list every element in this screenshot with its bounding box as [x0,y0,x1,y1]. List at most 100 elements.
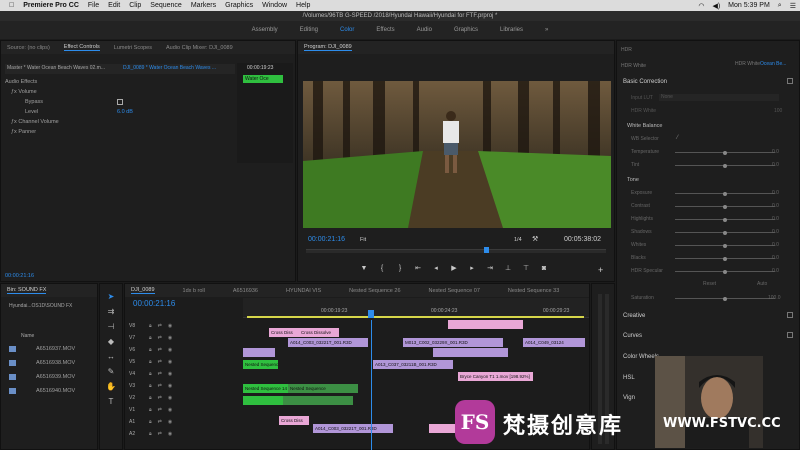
lock-icon[interactable]: 🔒︎ [149,431,152,437]
color-wheels-header[interactable]: Color Wheels [623,354,659,360]
step-forward-icon[interactable]: ▸ [468,265,476,273]
bin-item[interactable]: A6516938.MOV [9,356,95,370]
track-label[interactable]: V2 [129,395,143,401]
workspace-effects[interactable]: Effects [376,27,394,33]
video-clip[interactable]: Bryce Canyon T1 1.mov [198.92%] [458,372,533,381]
tone-value[interactable]: 0.0 [772,190,779,196]
extract-icon[interactable]: ⊤ [522,265,530,273]
tab-nested-26[interactable]: Nested Sequence 26 [349,288,400,294]
lumetri-clip-name[interactable]: HDR WhiteOcean Be... [735,61,786,67]
saturation-knob[interactable] [723,296,727,301]
track-label[interactable]: V5 [129,359,143,365]
tone-slider[interactable] [675,204,775,209]
video-clip[interactable] [433,348,508,357]
export-frame-icon[interactable]: ◙ [540,265,548,273]
eye-icon[interactable]: ◉ [168,371,172,377]
sync-icon[interactable]: ⇄ [158,407,162,413]
tone-header[interactable]: Tone [627,177,639,183]
input-lut-dropdown[interactable]: None [659,94,779,101]
tone-value[interactable]: 0.0 [772,255,779,261]
menu-edit[interactable]: Edit [108,2,120,9]
tab-nested-07[interactable]: Nested Sequence 07 [429,288,480,294]
tint-knob[interactable] [723,163,727,168]
tone-slider[interactable] [675,243,775,248]
curves-header[interactable]: Curves [623,333,642,339]
tab-source[interactable]: Source: (no clips) [7,45,50,51]
lock-icon[interactable]: 🔒︎ [149,359,152,365]
video-clip[interactable]: A014_C003_03221T_001.R3D [313,424,393,433]
type-tool-icon[interactable]: T [109,397,114,406]
eye-icon[interactable]: ◉ [168,395,172,401]
lock-icon[interactable]: 🔒︎ [149,407,152,413]
track-label[interactable]: V8 [129,323,143,329]
workspace-editing[interactable]: Editing [300,27,318,33]
workspace-graphics[interactable]: Graphics [454,27,478,33]
temperature-value[interactable]: 0.0 [772,149,779,155]
bin-item[interactable]: A6516937.MOV [9,342,95,356]
bin-item-checkbox[interactable] [9,388,16,394]
tone-value[interactable]: 0.0 [772,203,779,209]
menu-window[interactable]: Window [262,2,287,9]
eye-icon[interactable]: ◉ [168,419,172,425]
temperature-knob[interactable] [723,150,727,155]
workspace-libraries[interactable]: Libraries [500,27,523,33]
tone-slider-knob[interactable] [723,243,727,248]
wifi-icon[interactable]: ◠ [698,2,704,10]
video-clip[interactable]: A013_C037_03211B_001.R3D [373,360,453,369]
tab-sequence-a6516936[interactable]: A6516936 [233,288,258,294]
program-scrubber[interactable] [306,247,606,253]
sync-icon[interactable]: ⇄ [158,419,162,425]
tone-slider-knob[interactable] [723,204,727,209]
menu-graphics[interactable]: Graphics [225,2,253,9]
video-clip[interactable]: A014_C003_03221T_001.R3D [288,338,368,347]
eye-icon[interactable]: ◉ [168,383,172,389]
creative-checkbox[interactable] [787,312,793,318]
tone-slider[interactable] [675,256,775,261]
step-back-icon[interactable]: ◂ [432,265,440,273]
mark-out-icon[interactable]: } [396,265,404,273]
effect-controls-timecode[interactable]: 00:00:21:16 [5,273,34,279]
lock-icon[interactable]: 🔒︎ [149,371,152,377]
go-to-in-icon[interactable]: ⇤ [414,265,422,273]
tone-slider-knob[interactable] [723,269,727,274]
saturation-value[interactable]: 100.0 [768,295,781,301]
tint-slider[interactable] [675,163,775,168]
playhead-marker[interactable] [484,247,489,253]
menu-markers[interactable]: Markers [191,2,216,9]
tone-slider-knob[interactable] [723,217,727,222]
master-clip-dropdown[interactable]: Master * Water Ocean Beach Waves 02.m... [7,65,105,71]
nested-sequence-clip[interactable]: Nested Sequence [288,384,358,393]
tone-value[interactable]: 0.0 [772,229,779,235]
track-label[interactable]: A1 [129,419,143,425]
track-label[interactable]: V7 [129,335,143,341]
time-ruler[interactable]: 00:00:19:23 00:00:24:23 00:00:29:23 [243,298,589,318]
channel-volume-row[interactable]: ƒx Channel Volume [5,117,235,127]
eye-icon[interactable]: ◉ [168,347,172,353]
menu-file[interactable]: File [88,2,99,9]
bin-item[interactable]: A6516939.MOV [9,370,95,384]
sync-icon[interactable]: ⇄ [158,395,162,401]
menu-help[interactable]: Help [296,2,310,9]
basic-correction-checkbox[interactable] [787,78,793,84]
tone-slider[interactable] [675,191,775,196]
tone-slider[interactable] [675,217,775,222]
volume-icon[interactable]: ◀) [712,2,720,10]
level-value[interactable]: 6.0 dB [117,109,133,115]
tone-slider[interactable] [675,269,775,274]
menu-clip[interactable]: Clip [129,2,141,9]
workspace-audio[interactable]: Audio [417,27,432,33]
hsl-header[interactable]: HSL [623,375,635,381]
slip-tool-icon[interactable]: ↔ [107,352,115,361]
tab-nested-33[interactable]: Nested Sequence 33 [508,288,559,294]
program-title[interactable]: Program: DJI_0089 [304,44,352,51]
bin-item-checkbox[interactable] [9,374,16,380]
bin-item[interactable]: A6516940.MOV [9,384,95,398]
bin-name-column[interactable]: Name [21,333,34,339]
track-label[interactable]: A2 [129,431,143,437]
menu-sequence[interactable]: Sequence [150,2,182,9]
transition-clip[interactable]: Cross Diss [269,328,299,337]
temperature-slider[interactable] [675,150,775,155]
sync-icon[interactable]: ⇄ [158,335,162,341]
lock-icon[interactable]: 🔒︎ [149,347,152,353]
saturation-slider[interactable] [675,296,775,301]
